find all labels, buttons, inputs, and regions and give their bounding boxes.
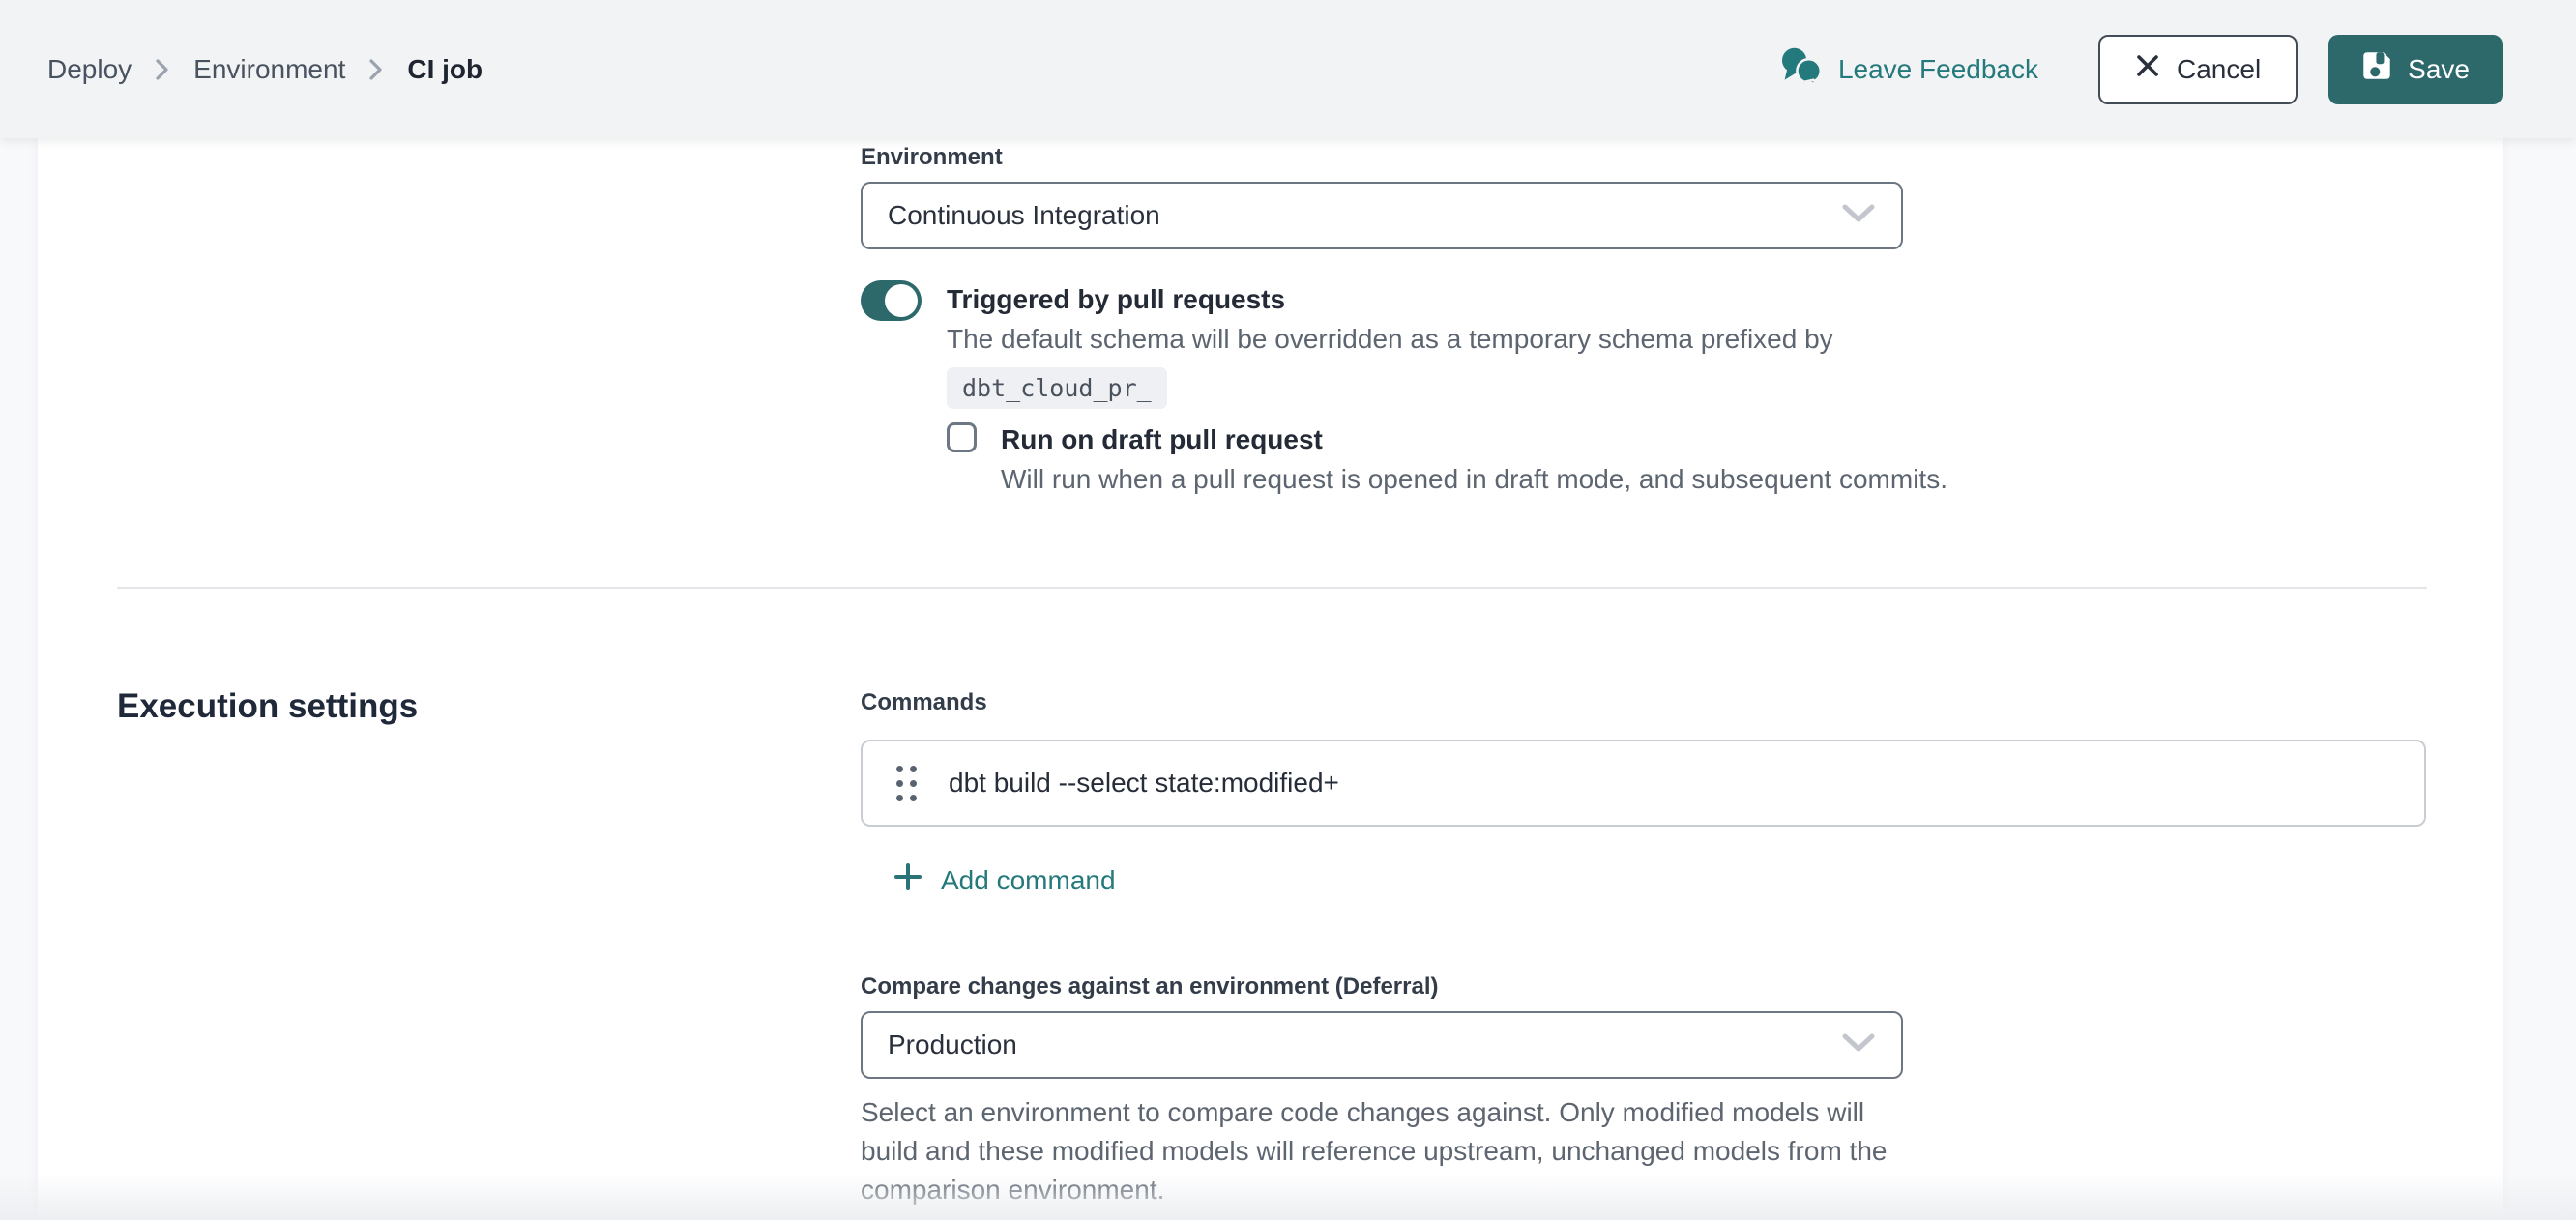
schema-prefix-code: dbt_cloud_pr_ — [947, 367, 1167, 409]
environment-select-value: Continuous Integration — [888, 200, 1841, 231]
commands-label: Commands — [861, 689, 987, 716]
breadcrumb: Deploy Environment CI job — [47, 54, 483, 85]
execution-settings-heading: Execution settings — [117, 687, 418, 726]
deferral-description: Select an environment to compare code ch… — [861, 1093, 1893, 1209]
deferral-select-value: Production — [888, 1030, 1841, 1060]
deferral-select[interactable]: Production — [861, 1011, 1903, 1079]
draft-pr-row: Run on draft pull request Will run when … — [947, 422, 1947, 498]
chevron-down-icon — [1841, 1030, 1876, 1060]
leave-feedback-label: Leave Feedback — [1838, 54, 2038, 85]
settings-content-card: Environment Continuous Integration Trigg… — [38, 138, 2503, 1220]
breadcrumb-deploy[interactable]: Deploy — [47, 54, 132, 85]
triggered-by-pr-toggle[interactable] — [861, 280, 922, 321]
section-divider — [117, 587, 2427, 589]
cancel-label: Cancel — [2177, 54, 2261, 85]
triggered-by-pr-description: The default schema will be overridden as… — [947, 321, 1914, 358]
save-button[interactable]: Save — [2328, 35, 2503, 104]
triggered-by-pr-block: Triggered by pull requests The default s… — [947, 282, 1914, 409]
triggered-by-pr-label: Triggered by pull requests — [947, 282, 1914, 317]
draft-pr-label: Run on draft pull request — [1001, 422, 1947, 457]
add-command-label: Add command — [941, 865, 1116, 896]
command-row: dbt build --select state:modified+ — [861, 740, 2426, 827]
toggle-knob — [885, 284, 918, 317]
environment-field-label: Environment — [861, 144, 1003, 171]
header-actions: Leave Feedback Cancel Save — [1779, 35, 2503, 104]
leave-feedback-link[interactable]: Leave Feedback — [1779, 46, 2038, 92]
draft-pr-text-block: Run on draft pull request Will run when … — [1001, 422, 1947, 498]
environment-select[interactable]: Continuous Integration — [861, 182, 1903, 249]
header-bar: Deploy Environment CI job — [0, 0, 2576, 138]
draft-pr-description: Will run when a pull request is opened i… — [1001, 461, 1947, 498]
save-icon — [2361, 50, 2392, 88]
add-command-button[interactable]: Add command — [893, 861, 1116, 899]
feedback-icon — [1779, 46, 1824, 92]
save-label: Save — [2408, 54, 2470, 85]
breadcrumb-environment[interactable]: Environment — [193, 54, 345, 85]
chevron-right-icon — [155, 56, 170, 83]
cancel-button[interactable]: Cancel — [2098, 35, 2298, 104]
plus-icon — [893, 861, 923, 899]
chevron-down-icon — [1841, 200, 1876, 231]
drag-handle-icon[interactable] — [896, 766, 916, 801]
chevron-right-icon — [368, 56, 384, 83]
deferral-label: Compare changes against an environment (… — [861, 973, 1439, 1001]
draft-pr-checkbox[interactable] — [947, 422, 977, 452]
breadcrumb-ci-job: CI job — [407, 54, 483, 85]
command-input[interactable]: dbt build --select state:modified+ — [949, 768, 1339, 799]
close-icon — [2135, 53, 2160, 85]
